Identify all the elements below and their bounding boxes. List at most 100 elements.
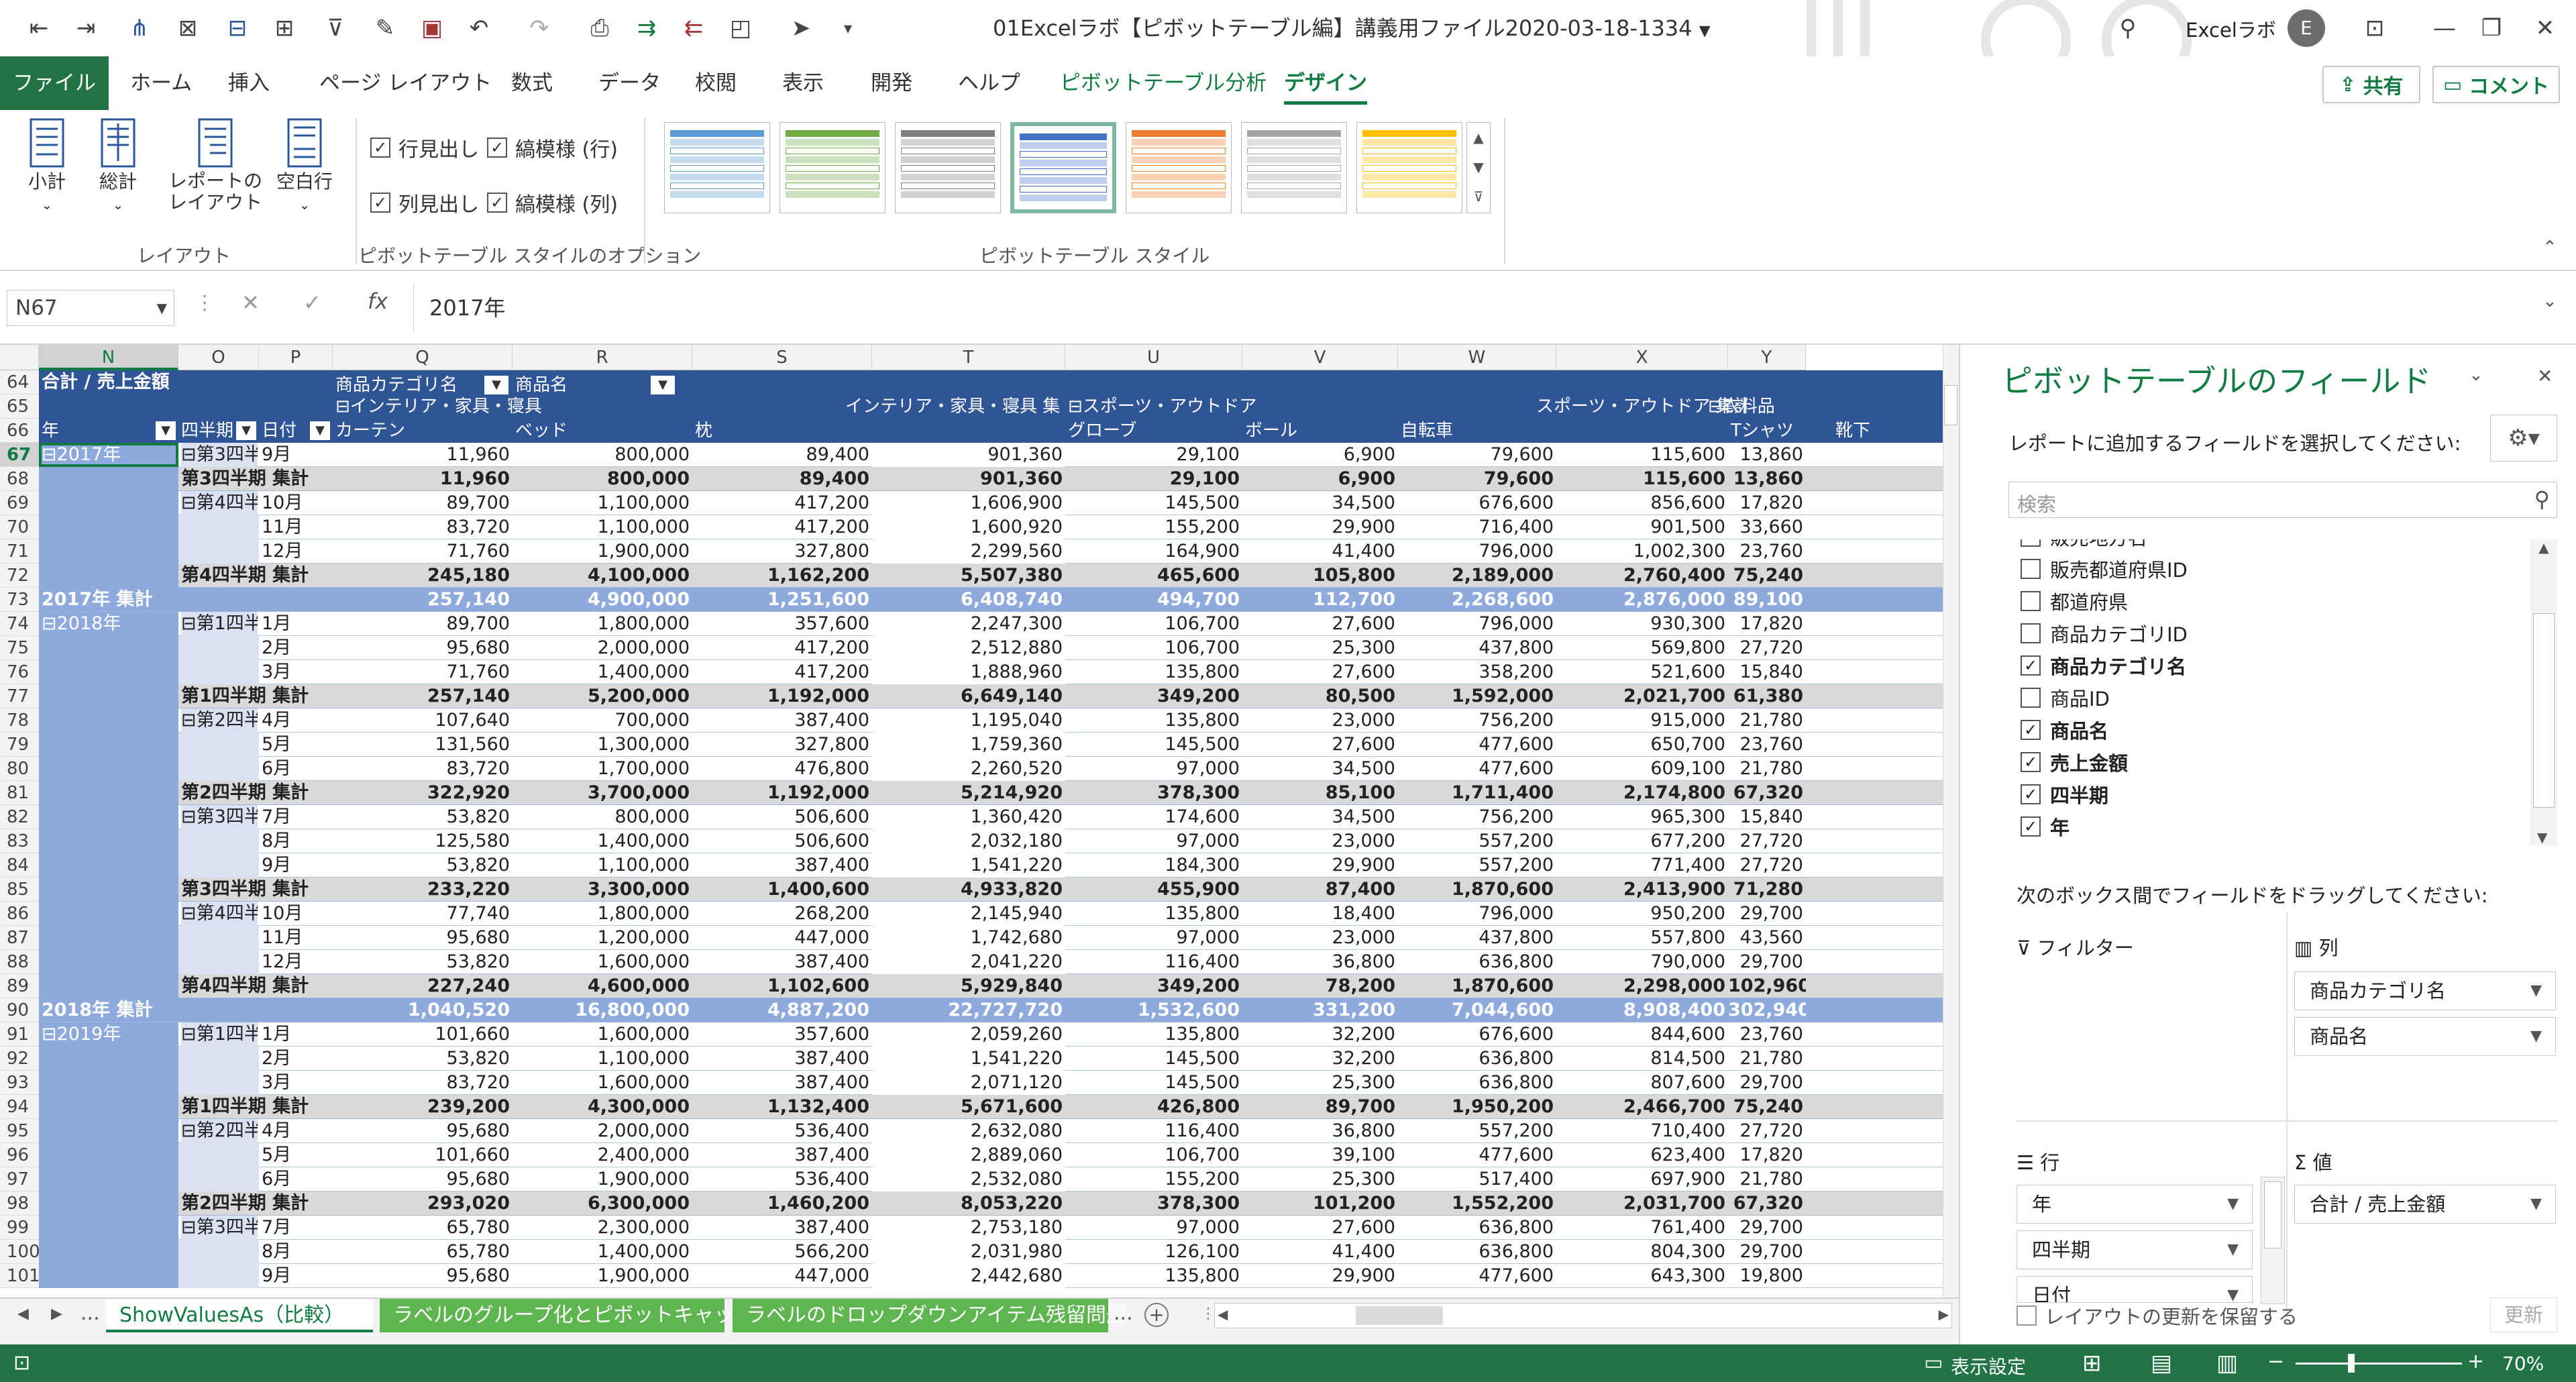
value-cell[interactable]: 357,600 (692, 1022, 872, 1047)
value-cell[interactable]: 78,200 (1242, 974, 1398, 998)
value-cell[interactable]: 8,053,220 (872, 1191, 1065, 1216)
qat-delete-icon[interactable]: ⇇ (678, 12, 710, 44)
value-cell[interactable]: 89,700 (1242, 1095, 1398, 1119)
value-cell[interactable]: 257,140 (333, 684, 513, 708)
value-cell[interactable]: 101,200 (1242, 1191, 1398, 1216)
row-header[interactable]: 81 (0, 781, 39, 805)
value-cell[interactable]: 700,000 (513, 708, 692, 733)
value-cell[interactable]: 465,600 (1065, 564, 1242, 588)
qat-customize-icon[interactable]: ▾ (832, 12, 864, 44)
date-label[interactable]: 7月 (262, 805, 333, 829)
value-cell[interactable]: 800,000 (513, 805, 692, 829)
value-cell[interactable]: 27,720 (1728, 829, 1806, 853)
row-header[interactable]: 95 (0, 1119, 39, 1143)
field-item[interactable]: ✓ 年 (2021, 813, 2070, 840)
value-cell[interactable]: 2,031,700 (1556, 1191, 1728, 1216)
value-cell[interactable]: 2,247,300 (872, 612, 1065, 636)
value-cell[interactable]: 536,400 (692, 1167, 872, 1191)
pivot-style-swatch[interactable] (1241, 122, 1347, 213)
filter-dropdown-icon[interactable]: ▼ (310, 421, 330, 440)
value-cell[interactable]: 1,400,000 (513, 660, 692, 684)
value-cell[interactable]: 1,950,200 (1398, 1095, 1556, 1119)
gallery-scroll[interactable]: ▲ ▼ ⊽ (1466, 122, 1491, 213)
value-cell[interactable]: 1,800,000 (513, 612, 692, 636)
tab-home[interactable]: ホーム (130, 56, 192, 110)
pivot-style-swatch[interactable] (664, 122, 770, 213)
row-header[interactable]: 68 (0, 467, 39, 491)
value-cell[interactable]: 1,600,920 (872, 515, 1065, 539)
gear-icon[interactable]: ⚙▾ (2490, 415, 2557, 462)
banded-columns-checkbox[interactable]: ✓ 縞模様 (列) (487, 188, 618, 217)
more-sheets-icon[interactable]: ... (1114, 1301, 1133, 1325)
value-cell[interactable]: 89,700 (333, 491, 513, 515)
value-cell[interactable]: 4,887,200 (692, 998, 872, 1022)
value-cell[interactable]: 387,400 (692, 1071, 872, 1095)
add-sheet-icon[interactable]: + (1144, 1303, 1169, 1327)
value-cell[interactable]: 65,780 (333, 1240, 513, 1264)
value-cell[interactable]: 43,560 (1728, 926, 1806, 950)
value-cell[interactable]: 75,240 (1728, 1095, 1806, 1119)
vertical-scroll-thumb[interactable] (1944, 385, 1957, 425)
comment-button[interactable]: ▭ コメント (2432, 66, 2560, 103)
value-cell[interactable]: 34,500 (1242, 491, 1398, 515)
date-label[interactable]: 4月 (262, 708, 333, 733)
gallery-down-icon[interactable]: ▼ (1467, 152, 1490, 182)
value-cell[interactable]: 2,021,700 (1556, 684, 1728, 708)
collapse-ribbon-icon[interactable]: ⌃ (2542, 237, 2557, 258)
pivot-style-swatch[interactable] (1010, 122, 1116, 213)
value-cell[interactable]: 1,300,000 (513, 733, 692, 757)
value-cell[interactable]: 2,512,880 (872, 636, 1065, 660)
row-header[interactable]: 71 (0, 539, 39, 564)
zoom-slider-thumb[interactable] (2348, 1354, 2355, 1373)
value-cell[interactable]: 387,400 (692, 1216, 872, 1240)
value-cell[interactable]: 23,760 (1728, 539, 1806, 564)
qat-doc-icon[interactable]: ⎙ (584, 12, 616, 44)
value-cell[interactable]: 32,200 (1242, 1047, 1398, 1071)
value-cell[interactable]: 2,532,080 (872, 1167, 1065, 1191)
value-cell[interactable]: 5,200,000 (513, 684, 692, 708)
name-box[interactable]: N67 ▼ (7, 290, 174, 326)
value-cell[interactable]: 34,500 (1242, 757, 1398, 781)
row-header[interactable]: 97 (0, 1167, 39, 1191)
value-cell[interactable]: 83,720 (333, 515, 513, 539)
gallery-more-icon[interactable]: ⊽ (1467, 182, 1490, 211)
banded-rows-checkbox[interactable]: ✓ 縞模様 (行) (487, 133, 618, 162)
value-cell[interactable]: 97,000 (1065, 757, 1242, 781)
value-cell[interactable]: 7,044,600 (1398, 998, 1556, 1022)
value-cell[interactable]: 331,200 (1242, 998, 1398, 1022)
defer-update-checkbox[interactable]: レイアウトの更新を保留する (2017, 1301, 2298, 1330)
value-cell[interactable]: 1,600,000 (513, 1022, 692, 1047)
value-cell[interactable]: 3,700,000 (513, 781, 692, 805)
row-header[interactable]: 88 (0, 950, 39, 974)
column-header[interactable]: U (1065, 345, 1242, 370)
value-cell[interactable]: 1,700,000 (513, 757, 692, 781)
value-cell[interactable]: 636,800 (1398, 1240, 1556, 1264)
value-cell[interactable]: 2,000,000 (513, 1119, 692, 1143)
value-cell[interactable]: 25,300 (1242, 1071, 1398, 1095)
year-label[interactable]: 2018年 集計 (42, 998, 178, 1022)
page-layout-view-icon[interactable]: ▤ (2151, 1350, 2172, 1377)
value-cell[interactable]: 29,900 (1242, 1264, 1398, 1288)
value-cell[interactable]: 1,742,680 (872, 926, 1065, 950)
value-cell[interactable]: 417,200 (692, 660, 872, 684)
scroll-up-icon[interactable]: ▲ (2530, 539, 2557, 555)
row-header[interactable]: 72 (0, 564, 39, 588)
row-header[interactable]: 90 (0, 998, 39, 1022)
value-cell[interactable]: 6,300,000 (513, 1191, 692, 1216)
value-cell[interactable]: 61,380 (1728, 684, 1806, 708)
value-cell[interactable]: 106,700 (1065, 1143, 1242, 1167)
qat-insert-icon[interactable]: ⇉ (631, 12, 663, 44)
row-header[interactable]: 96 (0, 1143, 39, 1167)
value-cell[interactable]: 915,000 (1556, 708, 1728, 733)
pane-options-icon[interactable]: ⌄ (2469, 365, 2483, 385)
date-label[interactable]: 12月 (262, 950, 333, 974)
value-cell[interactable]: 1,102,600 (692, 974, 872, 998)
scroll-down-icon[interactable]: ▼ (2537, 829, 2547, 845)
value-cell[interactable]: 557,200 (1398, 1119, 1556, 1143)
value-cell[interactable]: 27,720 (1728, 1119, 1806, 1143)
value-cell[interactable]: 29,700 (1728, 950, 1806, 974)
field-item[interactable]: ✓ 商品名 (2021, 716, 2108, 743)
value-cell[interactable]: 426,800 (1065, 1095, 1242, 1119)
close-icon[interactable]: ✕ (2529, 12, 2561, 44)
value-cell[interactable]: 623,400 (1556, 1143, 1728, 1167)
